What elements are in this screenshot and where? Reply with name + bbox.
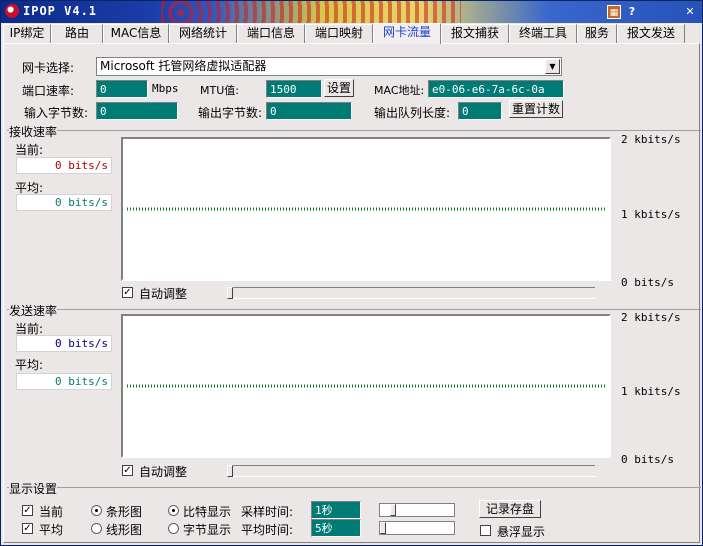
- tab-packet-send[interactable]: 报文发送: [617, 24, 685, 43]
- send-axis-bottom: 0 bits/s: [621, 453, 674, 466]
- display-settings-title: 显示设置: [9, 480, 58, 497]
- tab-terminal-tools[interactable]: 终端工具: [509, 24, 577, 43]
- set-mtu-button[interactable]: 设置: [324, 79, 354, 97]
- recv-rate-title: 接收速率: [9, 123, 58, 140]
- bar-chart-radio[interactable]: [91, 505, 102, 516]
- avg-time-label: 平均时间:: [241, 523, 294, 537]
- tab-ip-binding[interactable]: IP绑定: [3, 24, 51, 43]
- recv-auto-adjust-label: 自动调整: [139, 287, 188, 301]
- mac-field: e0-06-e6-7a-6c-0a: [428, 80, 564, 98]
- port-speed-label: 端口速率:: [22, 84, 75, 98]
- float-display-label: 悬浮显示: [497, 525, 546, 539]
- nic-select-value: Microsoft 托管网络虚拟适配器: [100, 59, 267, 73]
- bar-chart-label: 条形图: [106, 505, 143, 519]
- send-graph-svg: [127, 384, 605, 388]
- recv-scale-thumb[interactable]: [227, 287, 233, 299]
- tab-services[interactable]: 服务: [577, 24, 617, 43]
- avg-time-field: 5秒: [311, 519, 361, 537]
- recv-graph-svg: [127, 207, 605, 211]
- tab-route[interactable]: 路由: [51, 24, 103, 43]
- float-display-checkbox[interactable]: [480, 525, 491, 536]
- chevron-down-icon[interactable]: ▼: [545, 59, 560, 74]
- tab-nic-traffic[interactable]: 网卡流量: [373, 23, 441, 44]
- send-rate-group: 发送速率 当前: 0 bits/s 平均: 0 bits/s 2 kbits/s…: [7, 302, 701, 479]
- reset-count-button[interactable]: 重置计数: [509, 100, 563, 118]
- mtu-label: MTU值:: [200, 84, 239, 97]
- sample-time-field: 1秒: [311, 501, 361, 519]
- bits-display-radio[interactable]: [168, 505, 179, 516]
- recv-rate-group: 接收速率 当前: 0 bits/s 平均: 0 bits/s 2 kbits/s…: [7, 123, 701, 304]
- tab-mac-info[interactable]: MAC信息: [103, 24, 169, 43]
- mtu-field[interactable]: 1500: [266, 80, 322, 98]
- send-avg-label: 平均:: [15, 358, 44, 372]
- sample-time-slider[interactable]: [379, 503, 455, 517]
- line-chart-label: 线形图: [106, 523, 143, 537]
- nic-select[interactable]: Microsoft 托管网络虚拟适配器 ▼: [96, 57, 562, 76]
- line-chart-radio[interactable]: [91, 523, 102, 534]
- in-bytes-field: 0: [96, 102, 178, 120]
- sample-time-thumb[interactable]: [390, 504, 396, 516]
- save-log-button[interactable]: 记录存盘: [479, 500, 541, 518]
- recv-axis-top: 2 kbits/s: [621, 133, 681, 146]
- grid-icon[interactable]: ▦: [607, 5, 621, 19]
- show-current-checkbox[interactable]: ✓: [22, 505, 33, 516]
- port-speed-unit: Mbps: [152, 82, 179, 95]
- close-button[interactable]: ✕: [683, 5, 697, 19]
- send-current-value: 0 bits/s: [16, 335, 112, 352]
- bytes-display-label: 字节显示: [183, 523, 232, 537]
- out-bytes-label: 输出字节数:: [198, 106, 263, 120]
- window-title: IPOP V4.1: [23, 4, 98, 18]
- tab-port-mapping[interactable]: 端口映射: [305, 24, 373, 43]
- tab-packet-capture[interactable]: 报文捕获: [441, 24, 509, 43]
- main-window: IPOP V4.1 ▦ ? ✕ IP绑定 路由 MAC信息 网络统计 端口信息 …: [0, 0, 703, 546]
- bits-display-label: 比特显示: [183, 505, 232, 519]
- show-avg-checkbox[interactable]: ✓: [22, 523, 33, 534]
- send-avg-value: 0 bits/s: [16, 373, 112, 390]
- show-current-label: 当前: [39, 505, 64, 519]
- queue-length-label: 输出队列长度:: [374, 106, 451, 120]
- send-scale-slider[interactable]: [227, 465, 595, 477]
- recv-avg-value: 0 bits/s: [16, 194, 112, 211]
- tab-port-info[interactable]: 端口信息: [237, 24, 305, 43]
- recv-axis-mid: 1 kbits/s: [621, 208, 681, 221]
- recv-auto-adjust-checkbox[interactable]: ✓: [122, 287, 133, 298]
- app-icon: [5, 4, 19, 18]
- send-auto-adjust-label: 自动调整: [139, 465, 188, 479]
- send-axis-mid: 1 kbits/s: [621, 385, 681, 398]
- bytes-display-radio[interactable]: [168, 523, 179, 534]
- avg-time-thumb[interactable]: [380, 522, 386, 534]
- title-decoration: [161, 1, 461, 23]
- send-graph: [121, 314, 611, 458]
- display-settings-group: 显示设置 ✓ 当前 ✓ 平均 条形图 线形图 比特显示 字节显示 采样时间: 1…: [7, 480, 701, 542]
- recv-current-value: 0 bits/s: [16, 157, 112, 174]
- mac-label: MAC地址:: [374, 84, 425, 97]
- nic-traffic-panel: 网卡选择: Microsoft 托管网络虚拟适配器 ▼ 端口速率: 0 Mbps…: [3, 43, 701, 543]
- title-bar[interactable]: IPOP V4.1 ▦ ? ✕: [1, 1, 702, 23]
- in-bytes-label: 输入字节数:: [24, 106, 89, 120]
- show-avg-label: 平均: [39, 523, 64, 537]
- queue-length-field: 0: [458, 102, 502, 120]
- out-bytes-field: 0: [266, 102, 352, 120]
- recv-axis-bottom: 0 bits/s: [621, 276, 674, 289]
- help-button[interactable]: ?: [625, 5, 639, 19]
- send-axis-top: 2 kbits/s: [621, 311, 681, 324]
- send-rate-title: 发送速率: [9, 302, 58, 319]
- tab-net-stats[interactable]: 网络统计: [169, 24, 237, 43]
- sample-time-label: 采样时间:: [241, 505, 294, 519]
- send-auto-adjust-checkbox[interactable]: ✓: [122, 465, 133, 476]
- nic-select-label: 网卡选择:: [22, 61, 75, 75]
- send-scale-thumb[interactable]: [227, 465, 233, 477]
- recv-current-label: 当前:: [15, 143, 44, 157]
- recv-graph: [121, 137, 611, 281]
- recv-scale-slider[interactable]: [227, 287, 595, 299]
- tab-bar: IP绑定 路由 MAC信息 网络统计 端口信息 端口映射 网卡流量 报文捕获 终…: [3, 23, 701, 44]
- avg-time-slider[interactable]: [379, 521, 455, 535]
- port-speed-field: 0: [96, 80, 148, 98]
